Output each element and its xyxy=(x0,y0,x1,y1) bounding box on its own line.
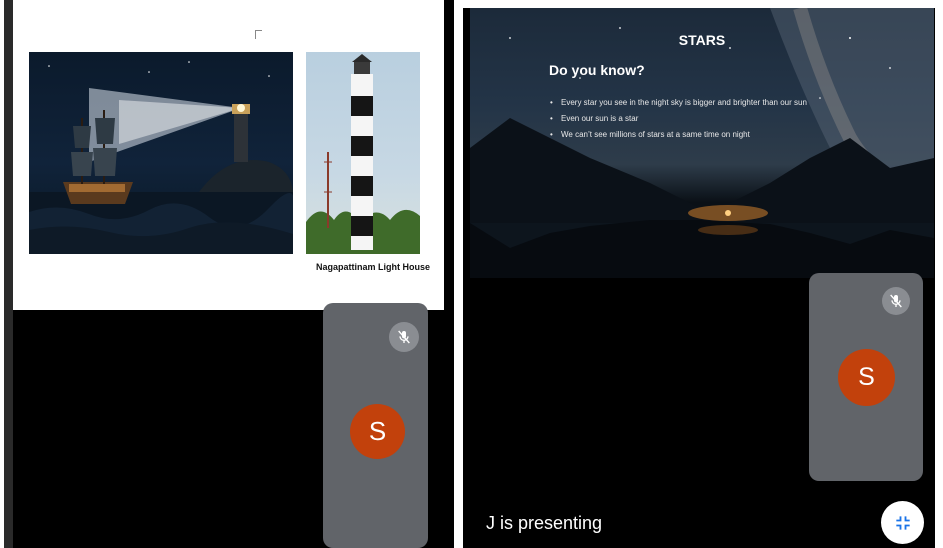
shared-slide-stars: STARS Do you know? • Every star you see i… xyxy=(470,8,934,278)
left-edge-bar xyxy=(4,0,13,548)
minimize-icon xyxy=(895,515,910,530)
shared-slide-lighthouse: Nagapattinam Light House xyxy=(13,0,444,310)
mic-off-icon xyxy=(389,322,419,352)
slide-caption: Nagapattinam Light House xyxy=(316,262,431,272)
nagapattinam-lighthouse-image xyxy=(306,52,420,254)
right-edge-bar xyxy=(935,0,943,548)
slide-title: STARS xyxy=(678,32,726,48)
participant-tile[interactable]: S xyxy=(323,303,428,548)
meeting-screen: Nagapattinam Light House S STARS Do you … xyxy=(0,0,943,548)
minimize-button[interactable] xyxy=(881,501,924,544)
slide-bullet-list: • Every star you see in the night sky is … xyxy=(550,95,807,143)
left-presentation-pane: Nagapattinam Light House S xyxy=(4,0,454,548)
mic-off-icon xyxy=(882,287,910,315)
avatar: S xyxy=(838,349,895,406)
bullet-text: We can’t see millions of stars at a same… xyxy=(561,130,750,139)
pane-divider xyxy=(454,0,463,548)
ship-lighthouse-night-image xyxy=(29,52,293,254)
slide-heading: Do you know? xyxy=(549,62,645,78)
presenting-status: J is presenting xyxy=(486,513,603,533)
bullet-text: Even our sun is a star xyxy=(561,114,639,123)
list-item: • Every star you see in the night sky is … xyxy=(550,98,807,107)
mouse-cursor-icon xyxy=(255,30,262,39)
avatar: S xyxy=(350,404,405,459)
bullet-text: Every star you see in the night sky is b… xyxy=(561,98,807,107)
participant-tile[interactable]: S xyxy=(809,273,923,481)
list-item: • We can’t see millions of stars at a sam… xyxy=(550,130,750,139)
list-item: • Even our sun is a star xyxy=(550,114,639,123)
